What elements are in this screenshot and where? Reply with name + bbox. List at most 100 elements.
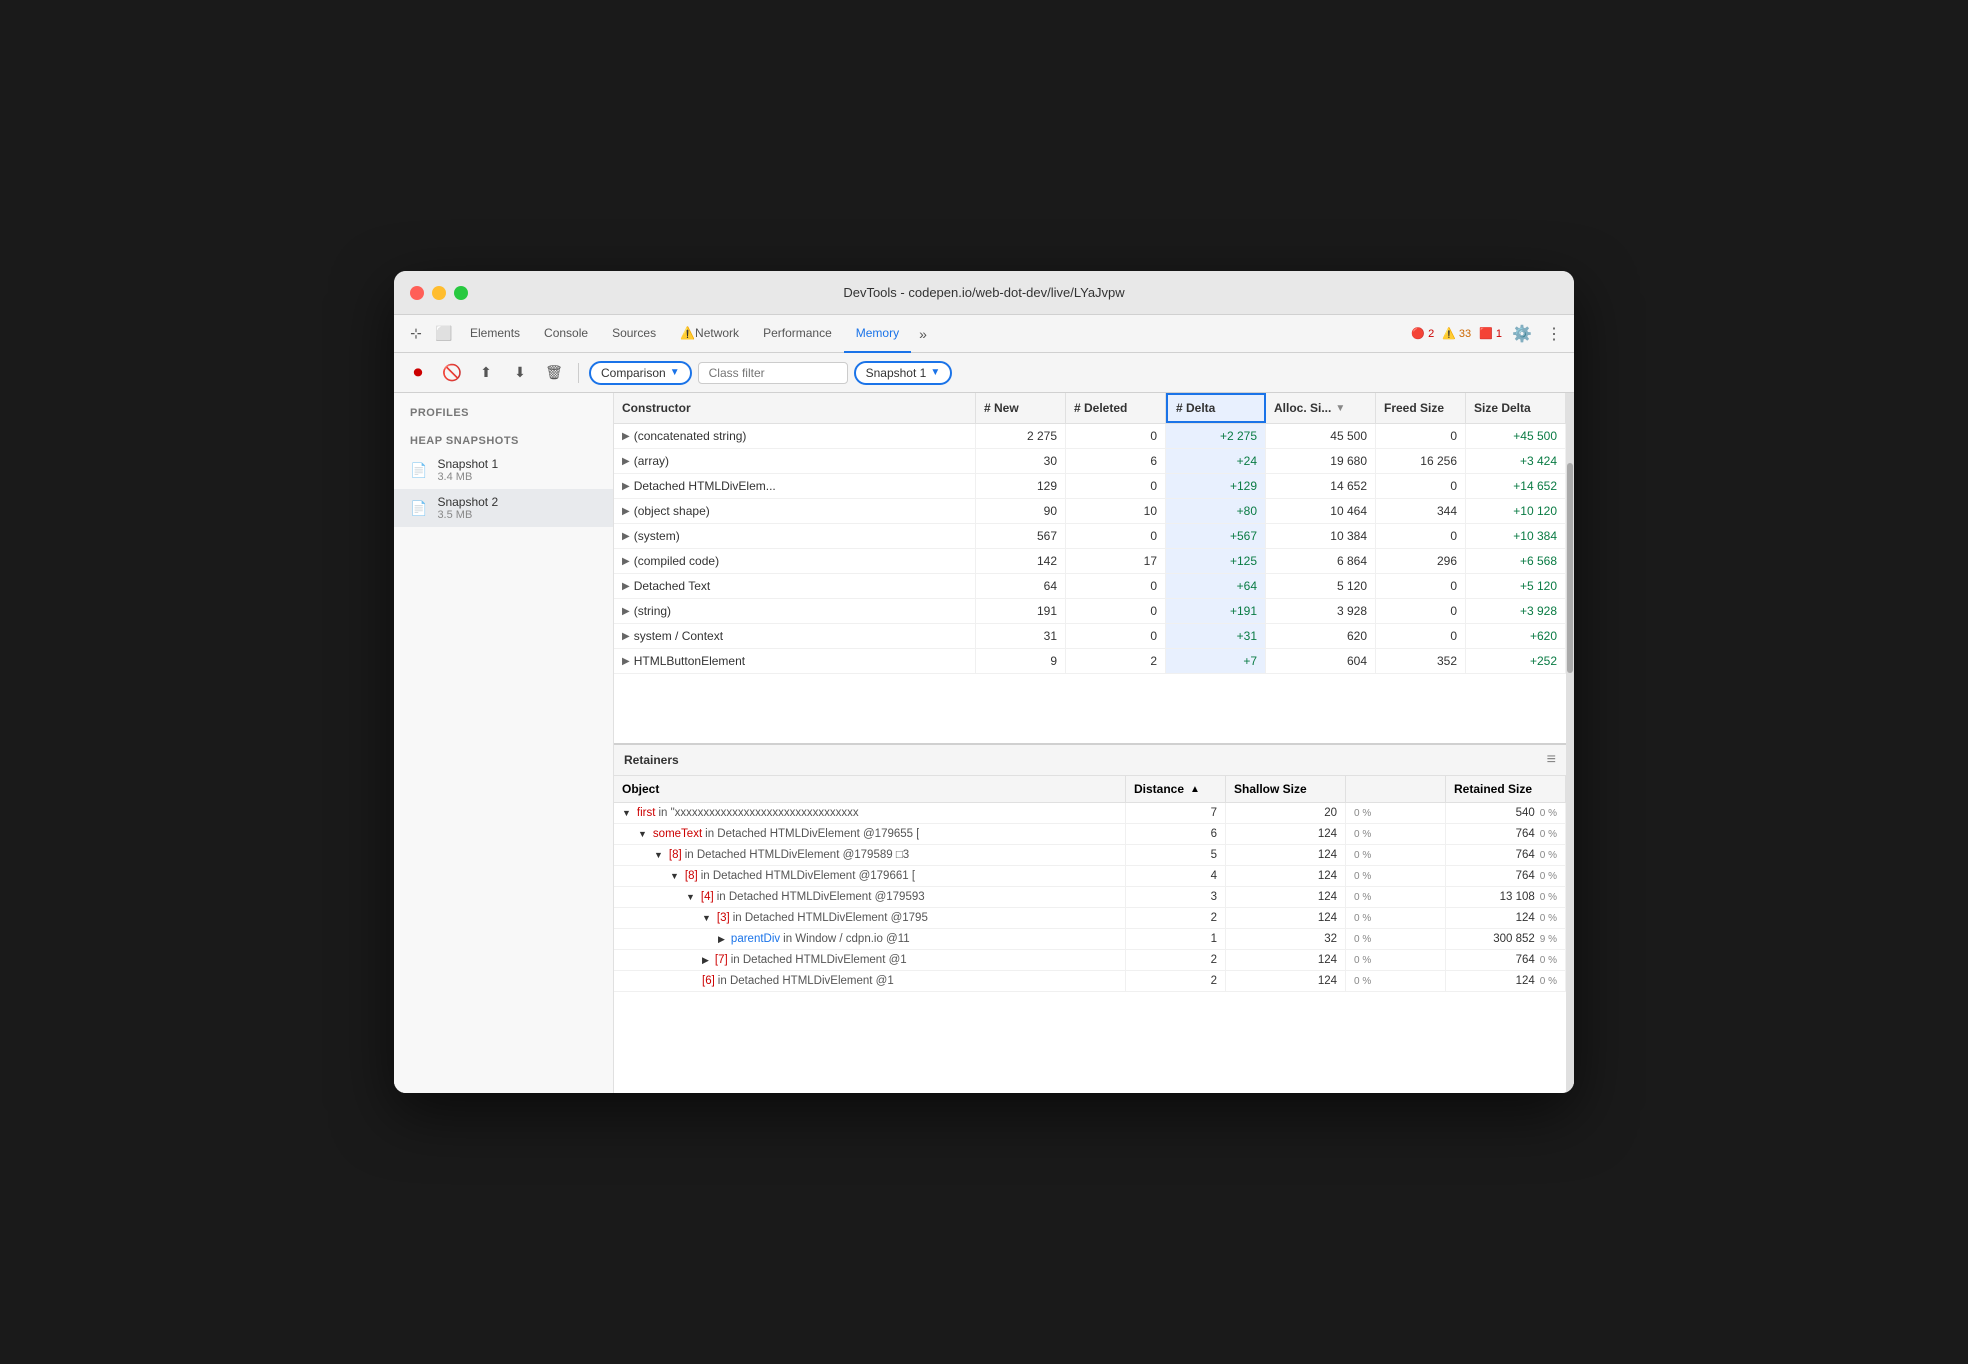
scrollbar[interactable] — [1566, 393, 1574, 1093]
close-button[interactable] — [410, 286, 424, 300]
expand-icon[interactable]: ▶ — [622, 481, 630, 492]
rtd-retained: 7640 % — [1446, 845, 1566, 865]
expand-icon[interactable]: ▶ — [622, 531, 630, 542]
rtd-shallow: 124 — [1226, 845, 1346, 865]
maximize-button[interactable] — [454, 286, 468, 300]
rtd-shallow: 20 — [1226, 803, 1346, 823]
sidebar-item-snapshot2[interactable]: 📄 Snapshot 2 3.5 MB — [394, 489, 613, 527]
td-deleted: 0 — [1066, 599, 1166, 623]
rth-retained: Retained Size — [1446, 776, 1566, 802]
table-row[interactable]: ▶ HTMLButtonElement 9 2 +7 604 352 +252 — [614, 649, 1566, 674]
td-alloc: 604 — [1266, 649, 1376, 673]
retainer-row[interactable]: ▼ first in "xxxxxxxxxxxxxxxxxxxxxxxxxxxx… — [614, 803, 1566, 824]
snapshot-icon-1: 📄 — [410, 462, 427, 479]
expand-icon[interactable]: ▶ — [622, 631, 630, 642]
td-sizedelta: +252 — [1466, 649, 1566, 673]
select-element-icon[interactable]: ⊹ — [402, 320, 430, 348]
expand-icon[interactable]: ▶ — [622, 556, 630, 567]
retainer-row[interactable]: ▼ someText in Detached HTMLDivElement @1… — [614, 824, 1566, 845]
record-button[interactable]: ⏺ — [404, 359, 432, 387]
class-filter-input[interactable] — [698, 362, 848, 384]
expand-icon[interactable]: ▼ — [638, 829, 647, 839]
td-delta: +7 — [1166, 649, 1266, 673]
retainer-row[interactable]: ▼ [8] in Detached HTMLDivElement @179589… — [614, 845, 1566, 866]
heap-snapshots-title: HEAP SNAPSHOTS — [394, 431, 613, 451]
snapshot-dropdown[interactable]: Snapshot 1 ▼ — [854, 361, 953, 385]
td-freed: 0 — [1376, 624, 1466, 648]
comparison-dropdown[interactable]: Comparison ▼ — [589, 361, 692, 385]
tab-sources[interactable]: Sources — [600, 315, 668, 353]
td-alloc: 14 652 — [1266, 474, 1376, 498]
th-alloc[interactable]: Alloc. Si... ▼ — [1266, 393, 1376, 423]
expand-icon[interactable]: ▼ — [702, 913, 711, 923]
table-row[interactable]: ▶ (object shape) 90 10 +80 10 464 344 +1… — [614, 499, 1566, 524]
retainer-row[interactable]: ▶ parentDiv in Window / cdpn.io @11 1 32… — [614, 929, 1566, 950]
clear-button[interactable]: 🚫 — [438, 359, 466, 387]
expand-icon[interactable]: ▼ — [670, 871, 679, 881]
snapshot2-info: Snapshot 2 3.5 MB — [437, 495, 597, 521]
retainer-row[interactable]: [6] in Detached HTMLDivElement @1 2 124 … — [614, 971, 1566, 992]
retainer-row[interactable]: ▼ [4] in Detached HTMLDivElement @179593… — [614, 887, 1566, 908]
td-constructor: ▶ (compiled code) — [614, 549, 976, 573]
rtd-object: ▶ parentDiv in Window / cdpn.io @11 — [614, 929, 1126, 949]
retainer-row[interactable]: ▼ [8] in Detached HTMLDivElement @179661… — [614, 866, 1566, 887]
rth-shallow: Shallow Size — [1226, 776, 1346, 802]
upload-button[interactable]: ⬆ — [472, 359, 500, 387]
tab-elements[interactable]: Elements — [458, 315, 532, 353]
settings-icon[interactable]: ⚙️ — [1510, 322, 1534, 346]
table-row[interactable]: ▶ Detached Text 64 0 +64 5 120 0 +5 120 — [614, 574, 1566, 599]
table-row[interactable]: ▶ (compiled code) 142 17 +125 6 864 296 … — [614, 549, 1566, 574]
expand-icon[interactable]: ▶ — [622, 581, 630, 592]
table-row[interactable]: ▶ (string) 191 0 +191 3 928 0 +3 928 — [614, 599, 1566, 624]
retainer-row[interactable]: ▼ [3] in Detached HTMLDivElement @1795 2… — [614, 908, 1566, 929]
expand-icon[interactable]: ▶ — [702, 955, 709, 966]
rtd-shallow-pct: 0 % — [1346, 803, 1446, 823]
td-constructor: ▶ Detached Text — [614, 574, 976, 598]
td-sizedelta: +620 — [1466, 624, 1566, 648]
expand-icon[interactable]: ▶ — [622, 656, 630, 667]
expand-icon[interactable]: ▶ — [718, 934, 725, 945]
rth-distance[interactable]: Distance▲ — [1126, 776, 1226, 802]
retainer-row[interactable]: ▶ [7] in Detached HTMLDivElement @1 2 12… — [614, 950, 1566, 971]
expand-icon[interactable]: ▶ — [622, 456, 630, 467]
td-deleted: 0 — [1066, 624, 1166, 648]
snapshot1-info: Snapshot 1 3.4 MB — [437, 457, 597, 483]
rtd-retained: 1240 % — [1446, 971, 1566, 991]
more-tabs-button[interactable]: » — [911, 326, 935, 342]
rtd-object: ▼ [8] in Detached HTMLDivElement @179661… — [614, 866, 1126, 886]
td-sizedelta: +3 424 — [1466, 449, 1566, 473]
td-constructor: ▶ (string) — [614, 599, 976, 623]
tab-memory[interactable]: Memory — [844, 315, 911, 353]
expand-icon[interactable]: ▼ — [654, 850, 663, 860]
tab-network[interactable]: ⚠️ Network — [668, 315, 751, 353]
table-row[interactable]: ▶ (concatenated string) 2 275 0 +2 275 4… — [614, 424, 1566, 449]
collect-garbage-icon[interactable]: 🗑 — [540, 359, 568, 387]
devtools-tabs: ⊹ ⬜ Elements Console Sources ⚠️ Network … — [394, 315, 1574, 353]
th-delta[interactable]: # Delta — [1166, 393, 1266, 423]
retainers-menu-icon[interactable]: ≡ — [1547, 751, 1556, 769]
th-new: # New — [976, 393, 1066, 423]
td-constructor: ▶ HTMLButtonElement — [614, 649, 976, 673]
td-sizedelta: +10 120 — [1466, 499, 1566, 523]
expand-icon[interactable]: ▶ — [622, 606, 630, 617]
expand-icon[interactable]: ▼ — [622, 808, 631, 818]
download-button[interactable]: ⬇ — [506, 359, 534, 387]
rtd-object: [6] in Detached HTMLDivElement @1 — [614, 971, 1126, 991]
tab-performance[interactable]: Performance — [751, 315, 844, 353]
expand-icon[interactable]: ▶ — [622, 506, 630, 517]
table-row[interactable]: ▶ system / Context 31 0 +31 620 0 +620 — [614, 624, 1566, 649]
table-row[interactable]: ▶ Detached HTMLDivElem... 129 0 +129 14 … — [614, 474, 1566, 499]
rtd-shallow: 124 — [1226, 971, 1346, 991]
tab-console[interactable]: Console — [532, 315, 600, 353]
table-row[interactable]: ▶ (system) 567 0 +567 10 384 0 +10 384 — [614, 524, 1566, 549]
td-delta: +64 — [1166, 574, 1266, 598]
sort-icon: ▼ — [1335, 403, 1345, 414]
expand-icon[interactable]: ▼ — [686, 892, 695, 902]
sidebar-item-snapshot1[interactable]: 📄 Snapshot 1 3.4 MB — [394, 451, 613, 489]
expand-icon[interactable]: ▶ — [622, 431, 630, 442]
table-row[interactable]: ▶ (array) 30 6 +24 19 680 16 256 +3 424 — [614, 449, 1566, 474]
minimize-button[interactable] — [432, 286, 446, 300]
title-bar: DevTools - codepen.io/web-dot-dev/live/L… — [394, 271, 1574, 315]
device-toolbar-icon[interactable]: ⬜ — [430, 320, 458, 348]
more-options-icon[interactable]: ⋮ — [1542, 322, 1566, 346]
